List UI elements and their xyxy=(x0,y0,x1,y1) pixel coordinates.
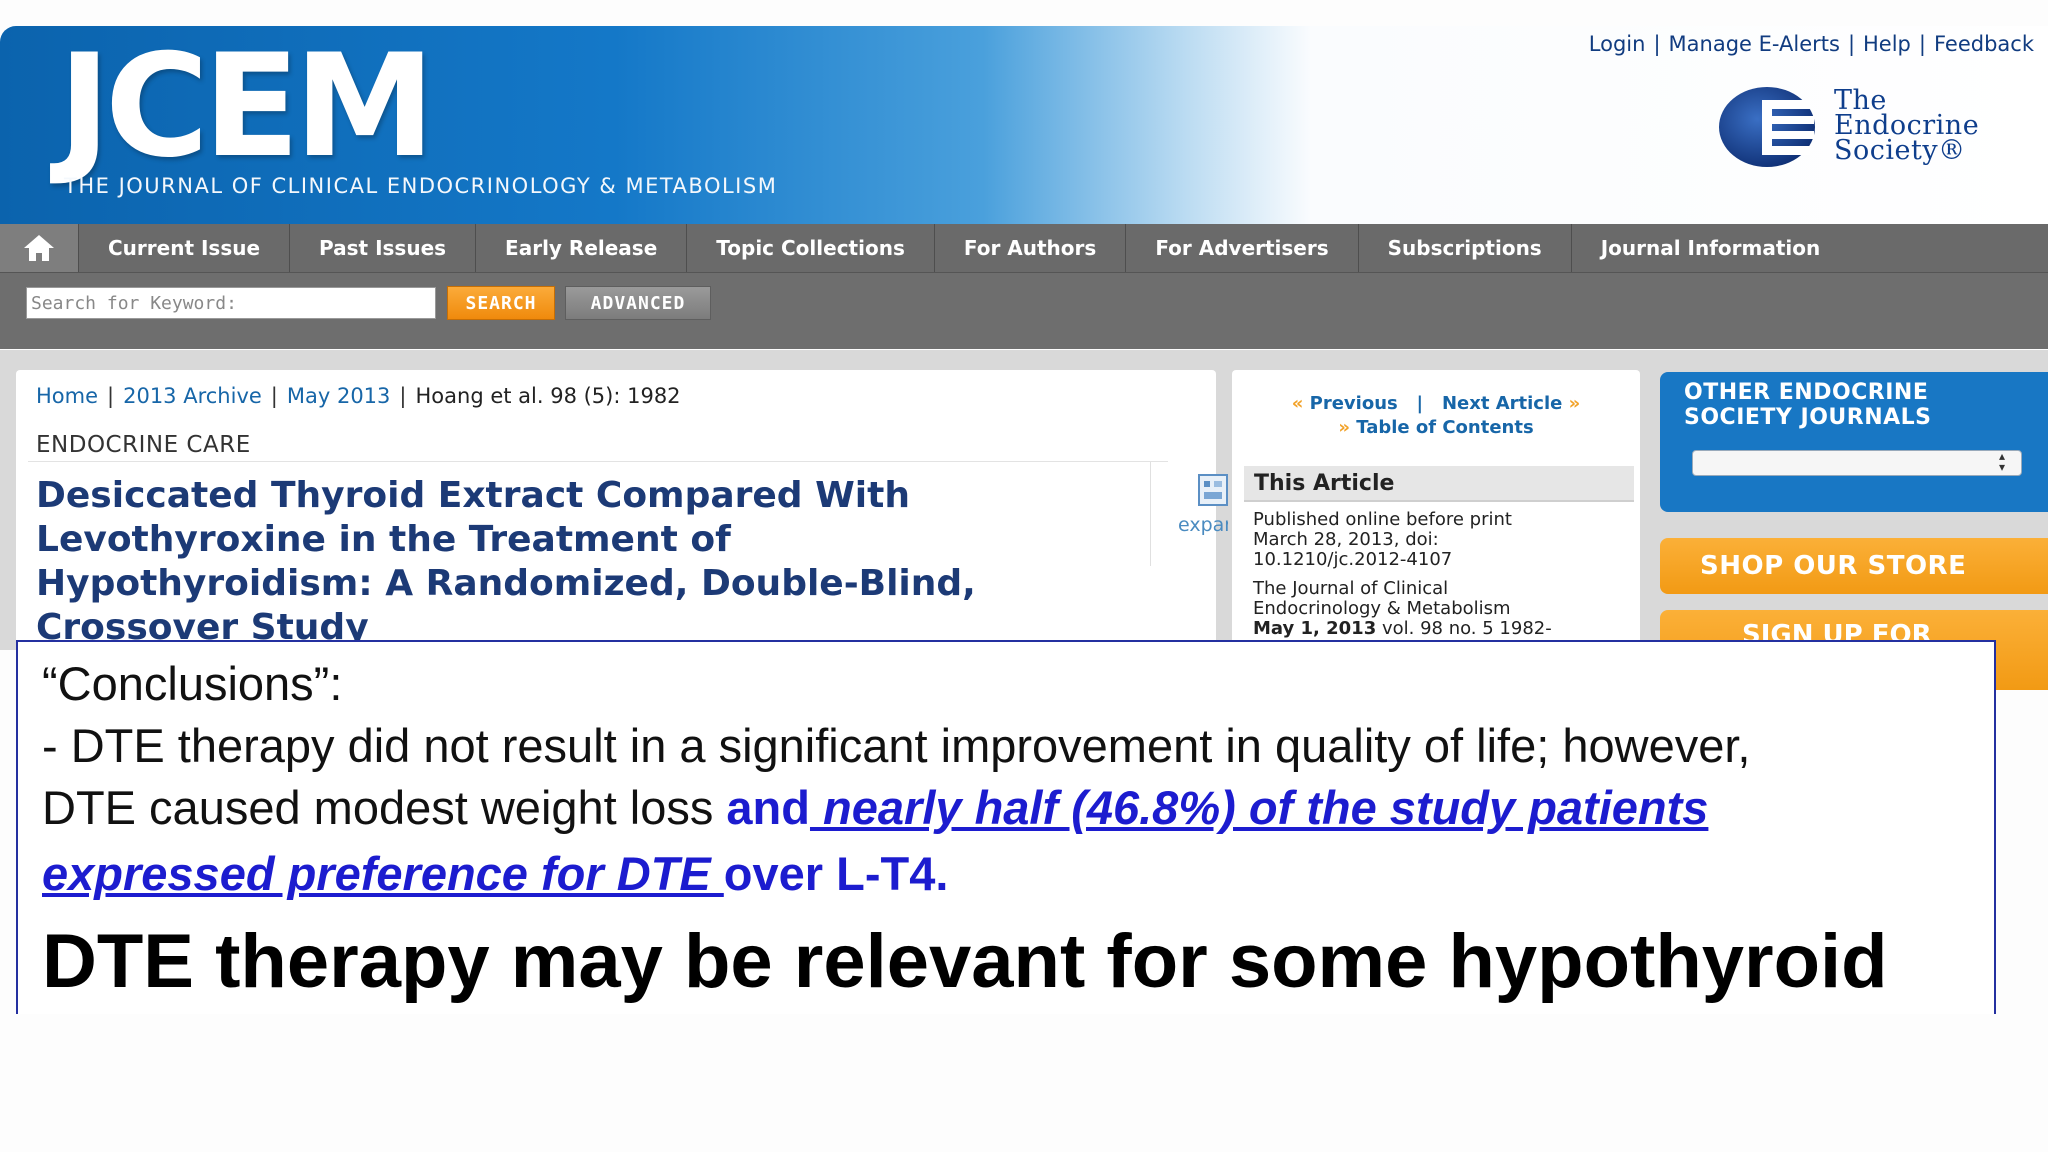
conclusions-heading: “Conclusions”: xyxy=(42,657,343,710)
breadcrumb-citation: Hoang et al. 98 (5): 1982 xyxy=(415,384,681,408)
select-updown-icon: ▴ ▾ xyxy=(1998,449,2006,474)
toc-arrow-icon: » xyxy=(1338,417,1350,438)
main-nav: Current Issue Past Issues Early Release … xyxy=(0,224,2048,273)
journal-select[interactable] xyxy=(1692,450,2022,476)
conclusions-line: - DTE therapy did not result in a signif… xyxy=(42,719,1751,772)
emphasis-text: and xyxy=(726,781,810,834)
next-arrow-icon: » xyxy=(1568,393,1581,414)
advanced-search-button[interactable]: ADVANCED xyxy=(565,286,711,320)
nav-current-issue[interactable]: Current Issue xyxy=(79,224,291,272)
top-links: Login | Manage E-Alerts | Help | Feedbac… xyxy=(1589,32,2034,56)
login-link[interactable]: Login xyxy=(1589,32,1646,56)
nav-topic-collections[interactable]: Topic Collections xyxy=(687,224,935,272)
article-title: Desiccated Thyroid Extract Compared With… xyxy=(36,475,976,648)
shop-store-button[interactable]: SHOP OUR STORE xyxy=(1660,538,2048,594)
article-navigation: « Previous | Next Article » » Table of C… xyxy=(1232,392,1640,440)
expand-article-icon[interactable] xyxy=(1198,474,1228,506)
search-input[interactable] xyxy=(26,287,436,319)
journal-citation: The Journal of Clinical Endocrinology & … xyxy=(1253,579,1633,639)
endocrine-society-logo-icon[interactable] xyxy=(1718,86,1816,168)
conclusions-statement: DTE therapy may be relevant for some hyp… xyxy=(42,919,1888,1004)
article-section: ENDOCRINE CARE xyxy=(36,432,251,458)
link-separator: | xyxy=(1653,32,1661,56)
jcem-logo[interactable]: JCEM xyxy=(58,36,435,178)
nav-subscriptions[interactable]: Subscriptions xyxy=(1359,224,1572,272)
breadcrumb-separator: | xyxy=(107,384,115,408)
society-name: The Endocrine Society® xyxy=(1834,87,1979,166)
this-article-heading: This Article xyxy=(1244,466,1634,502)
highlighted-finding: expressed preference for DTE xyxy=(42,847,724,900)
section-divider xyxy=(28,461,1168,462)
expand-article-link[interactable]: expand article xyxy=(1178,514,1228,536)
link-separator: | xyxy=(1918,32,1926,56)
nav-journal-information[interactable]: Journal Information xyxy=(1572,224,1850,272)
feedback-link[interactable]: Feedback xyxy=(1934,32,2034,56)
next-article-link[interactable]: Next Article xyxy=(1442,393,1562,414)
emphasis-text: over L-T4. xyxy=(723,847,949,900)
conclusion-text: DTE caused modest weight loss xyxy=(42,781,727,834)
conclusions-line: DTE caused modest weight loss and nearly… xyxy=(42,780,1708,835)
highlighted-finding: nearly half (46.8%) of the study patient… xyxy=(809,781,1709,834)
help-link[interactable]: Help xyxy=(1863,32,1911,56)
conclusions-line: expressed preference for DTE over L-T4. xyxy=(42,846,948,901)
breadcrumb-home[interactable]: Home xyxy=(36,384,98,408)
conclusions-overlay: “Conclusions”: - DTE therapy did not res… xyxy=(16,640,1996,1014)
nav-separator: | xyxy=(1404,393,1436,414)
nav-past-issues[interactable]: Past Issues xyxy=(290,224,477,272)
slide-background xyxy=(0,1014,2048,1152)
pub-info-line: March 28, 2013, doi: xyxy=(1253,529,1439,550)
home-button[interactable] xyxy=(0,224,79,272)
breadcrumb-archive[interactable]: 2013 Archive xyxy=(123,384,262,408)
society-name-line: Society® xyxy=(1834,135,1966,166)
home-icon xyxy=(24,235,54,261)
breadcrumb-separator: | xyxy=(399,384,407,408)
manage-alerts-link[interactable]: Manage E-Alerts xyxy=(1669,32,1840,56)
nav-for-authors[interactable]: For Authors xyxy=(935,224,1127,272)
search-button[interactable]: SEARCH xyxy=(447,286,555,320)
table-of-contents-link[interactable]: Table of Contents xyxy=(1356,417,1533,438)
other-journals-title: OTHER ENDOCRINE SOCIETY JOURNALS xyxy=(1684,380,1932,430)
column-divider xyxy=(1150,462,1151,566)
journal-name-line: Endocrinology & Metabolism xyxy=(1253,598,1511,619)
journal-name-line: The Journal of Clinical xyxy=(1253,578,1449,599)
publication-info: Published online before print March 28, … xyxy=(1253,510,1633,570)
breadcrumb: Home | 2013 Archive | May 2013 | Hoang et al. … xyxy=(36,384,681,408)
link-separator: | xyxy=(1847,32,1856,56)
journal-full-name: THE JOURNAL OF CLINICAL ENDOCRINOLOGY & … xyxy=(64,174,778,198)
doi-text: 10.1210/jc.2012-4107 xyxy=(1253,549,1453,570)
nav-early-release[interactable]: Early Release xyxy=(476,224,688,272)
breadcrumb-separator: | xyxy=(270,384,278,408)
volume-info: vol. 98 no. 5 1982- xyxy=(1376,618,1552,639)
nav-for-advertisers[interactable]: For Advertisers xyxy=(1126,224,1359,272)
issue-date: May 1, 2013 xyxy=(1253,618,1377,639)
previous-article-link[interactable]: Previous xyxy=(1310,393,1398,414)
pub-info-line: Published online before print xyxy=(1253,509,1512,530)
previous-arrow-icon: « xyxy=(1291,393,1304,414)
breadcrumb-issue[interactable]: May 2013 xyxy=(287,384,391,408)
